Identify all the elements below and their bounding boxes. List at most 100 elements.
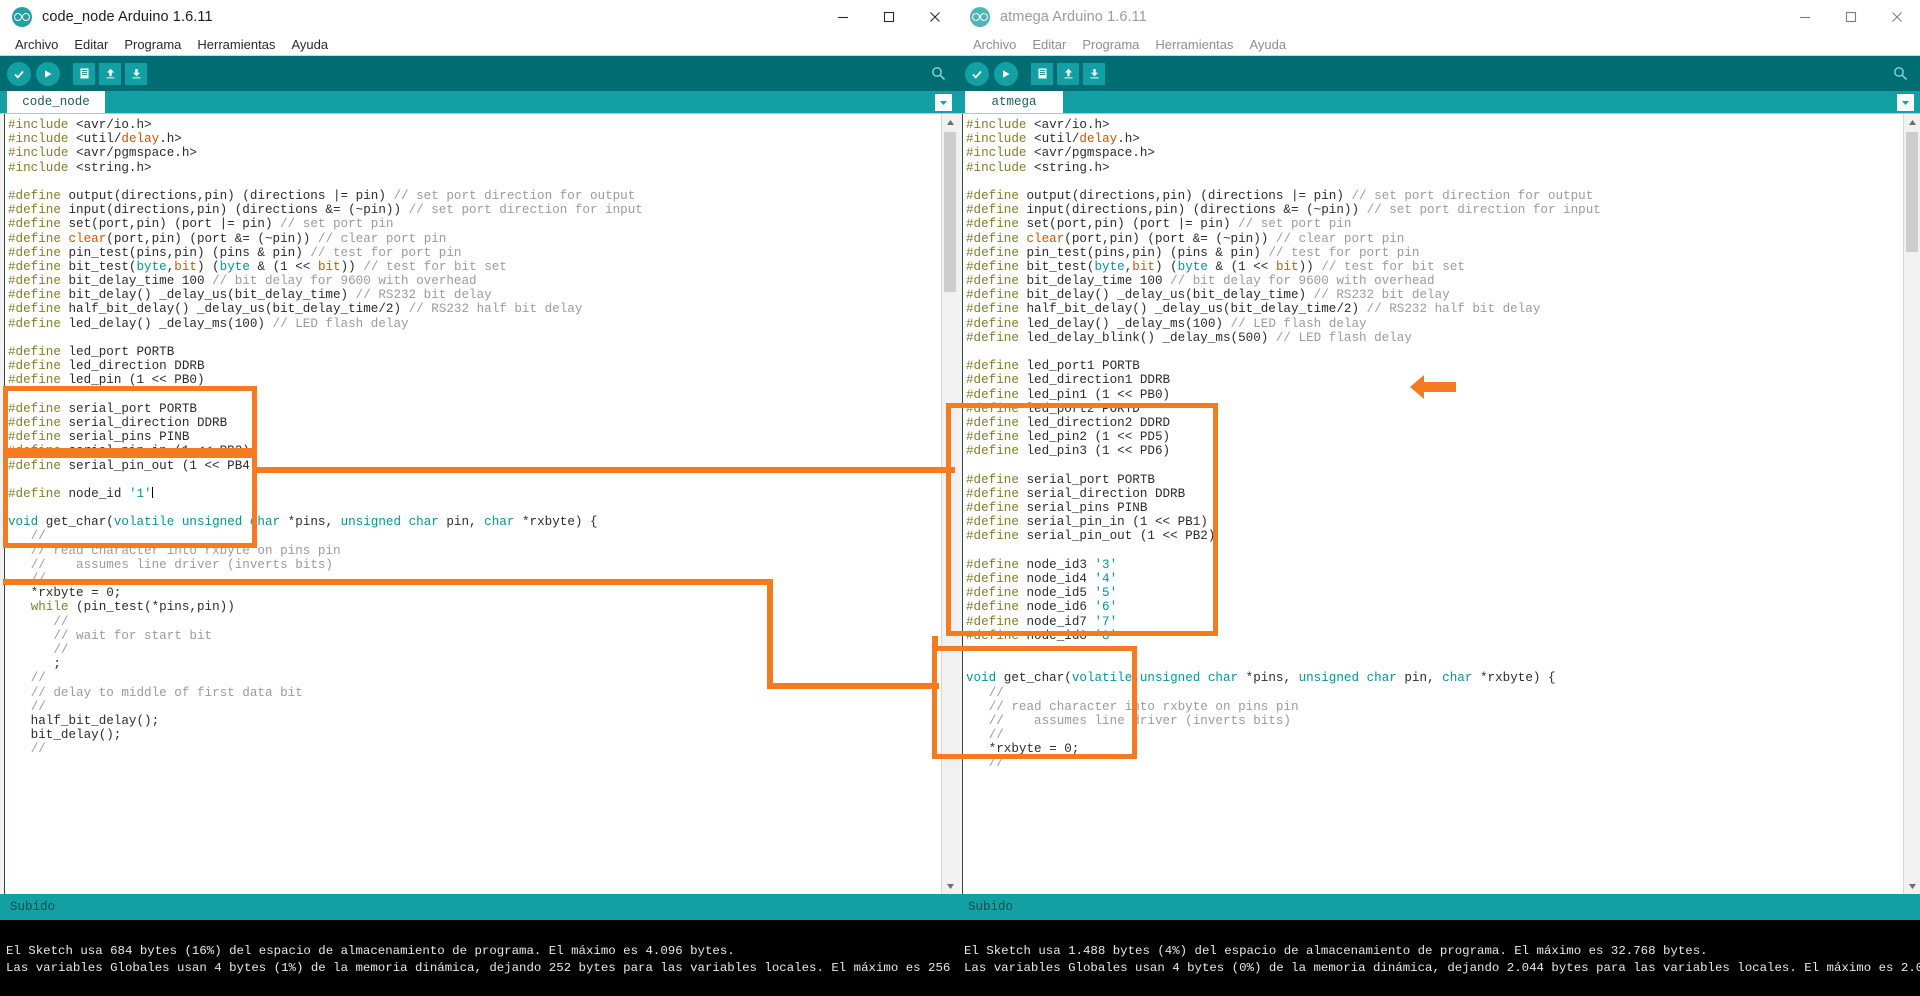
verify-check-icon[interactable] [965,61,989,86]
scroll-up-icon[interactable] [942,114,958,130]
code-line: #define pin_test(pins,pin) (pins & pin) … [8,246,938,260]
code-line: // [8,643,938,657]
scroll-down-icon[interactable] [942,878,958,894]
code-token: #define [966,572,1027,586]
chevron-down-icon[interactable] [935,94,952,111]
menu-ayuda-right[interactable]: Ayuda [1241,34,1294,55]
code-token: #define [8,302,69,317]
code-content-right[interactable]: #include <avr/io.h> #include <util/delay.… [966,118,1900,771]
menu-ayuda-left[interactable]: Ayuda [283,34,336,55]
code-token: #define [966,486,1027,501]
scroll-down-icon[interactable] [1904,878,1920,894]
menu-archivo-left[interactable]: Archivo [7,34,66,55]
menu-editar-right[interactable]: Editar [1024,34,1074,55]
code-token: // RS232 half bit delay [408,302,583,317]
code-token: get_char( [1003,671,1072,686]
code-token: #define [8,345,69,359]
code-token: node_id4 [1026,572,1095,586]
code-line: #define serial_pins PINB [966,501,1900,515]
menu-programa-left[interactable]: Programa [116,34,189,55]
save-down-icon[interactable] [1083,62,1105,85]
code-token: bit [1275,259,1299,274]
menu-archivo-right[interactable]: Archivo [965,34,1024,55]
code-token: bit_test( [1026,259,1095,274]
editor-scrollbar-left[interactable] [941,114,958,894]
code-token: serial_port PORTB [1026,472,1155,487]
menu-herramientas-left[interactable]: Herramientas [189,34,283,55]
code-token: ) ( [1154,259,1178,274]
menu-herramientas-right[interactable]: Herramientas [1147,34,1241,55]
code-line: // delay to middle of first data bit [8,686,938,700]
close-button-right[interactable] [1874,0,1920,34]
editor-left[interactable]: #include <avr/io.h> #include <util/delay.… [0,113,958,894]
code-line: #define input(directions,pin) (direction… [8,203,938,217]
code-token: #define [8,245,69,260]
upload-arrow-icon[interactable] [36,61,60,86]
code-token: #define [966,614,1027,629]
titlebar-right[interactable]: atmega Arduino 1.6.11 [958,0,1920,34]
new-file-icon[interactable] [1031,62,1053,85]
code-token: // assumes line driver (inverts bits) [30,557,333,572]
titlebar-left[interactable]: code_node Arduino 1.6.11 [0,0,958,34]
menu-editar-left[interactable]: Editar [66,34,116,55]
verify-check-icon[interactable] [7,61,31,86]
open-folder-up-icon[interactable] [1057,62,1079,85]
code-line: // [8,572,938,586]
code-token: // RS232 bit delay [1313,288,1450,303]
editor-scrollbar-right[interactable] [1903,114,1920,894]
tab-code-node[interactable]: code_node [7,91,105,113]
editor-right[interactable]: #include <avr/io.h> #include <util/delay.… [958,113,1920,894]
save-down-icon[interactable] [125,62,147,85]
minimize-button-left[interactable] [820,0,866,34]
console-line: El Sketch usa 684 bytes (16%) del espaci… [6,944,735,958]
chevron-down-icon[interactable] [1897,94,1914,111]
code-line: // assumes line driver (inverts bits) [966,714,1900,728]
code-token: // LED flash delay [1230,316,1367,331]
editor-gutter-right [958,114,963,894]
code-line: // read character into rxbyte on pins pi… [8,544,938,558]
window-title-right: atmega Arduino 1.6.11 [1000,9,1147,25]
window-title-left: code_node Arduino 1.6.11 [42,9,213,25]
arduino-logo-icon [12,7,32,27]
code-token: bit [174,259,197,274]
code-token: (pin_test(*pins,pin)) [76,600,235,615]
maximize-button-right[interactable] [1828,0,1874,34]
code-line: // [8,529,938,543]
open-folder-up-icon[interactable] [99,62,121,85]
code-line: #define serial_port PORTB [966,473,1900,487]
serial-monitor-icon[interactable] [1891,64,1910,83]
upload-arrow-icon[interactable] [994,61,1018,86]
arduino-logo-icon [970,7,990,27]
code-token: volatile unsigned char [1071,671,1246,686]
code-line: #define set(port,pin) (port |= pin) // s… [8,217,938,231]
code-token: // RS232 half bit delay [1366,302,1541,317]
scrollbar-thumb-left[interactable] [944,132,956,292]
code-token: #define [966,316,1027,331]
code-token: ; [8,657,61,672]
window-controls-left [820,0,958,34]
minimize-button-right[interactable] [1782,0,1828,34]
console-left[interactable]: El Sketch usa 684 bytes (16%) del espaci… [0,920,958,996]
text-caret [151,486,153,498]
code-token: #define [966,274,1027,289]
code-line: // [8,742,938,756]
new-file-icon[interactable] [73,62,95,85]
code-token: node_id5 [1026,586,1095,601]
code-line: #define bit_test(byte,bit) (byte & (1 <<… [8,260,938,274]
code-content-left[interactable]: #include <avr/io.h> #include <util/delay.… [8,118,938,756]
menu-programa-right[interactable]: Programa [1074,34,1147,55]
close-button-left[interactable] [912,0,958,34]
scrollbar-thumb-right[interactable] [1906,132,1918,252]
console-right[interactable]: El Sketch usa 1.488 bytes (4%) del espac… [958,920,1920,996]
code-token: '1' [128,486,152,501]
serial-monitor-icon[interactable] [929,64,948,83]
tab-atmega[interactable]: atmega [965,91,1063,113]
maximize-button-left[interactable] [866,0,912,34]
scroll-up-icon[interactable] [1904,114,1920,130]
code-line: void get_char(volatile unsigned char *pi… [966,671,1900,685]
